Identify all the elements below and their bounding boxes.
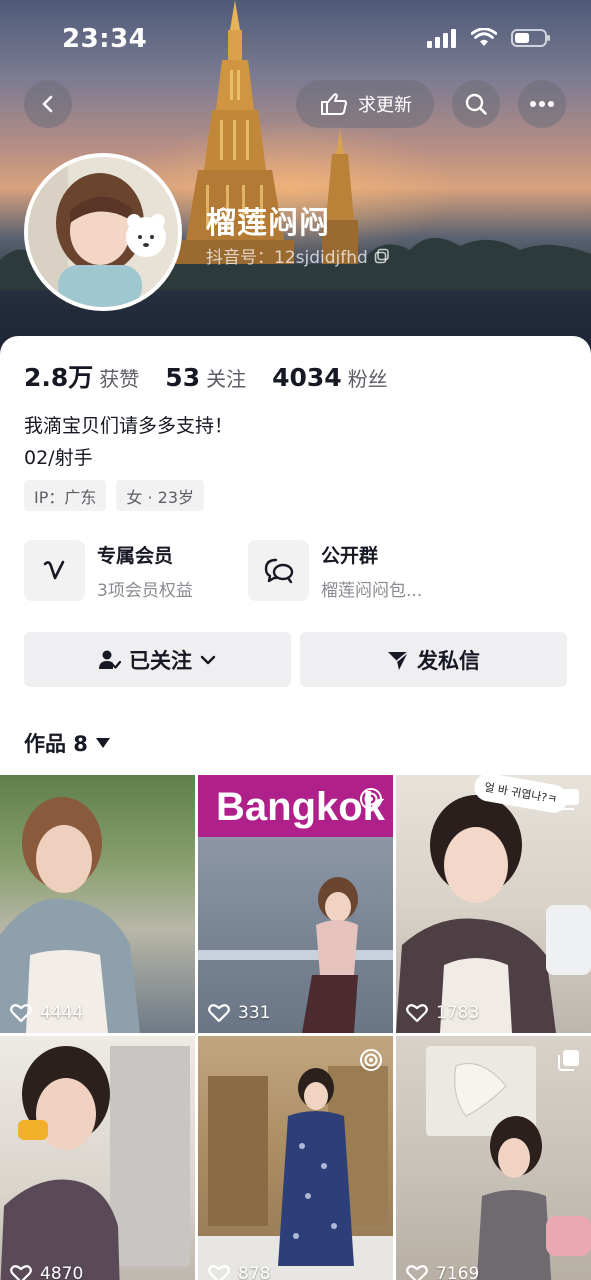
bio-line: 02/射手 [24,447,93,469]
search-icon [465,93,487,115]
like-count: 4870 [10,1264,83,1280]
douyin-id[interactable]: 抖音号：12sjdidjfhd [206,243,390,268]
caret-down-icon [95,738,110,748]
stat-value: 4034 [272,363,342,392]
request-update-button[interactable]: 求更新 [296,80,434,128]
user-check-icon [99,650,121,669]
works-tab[interactable]: 作品 8 [24,728,110,758]
video-thumbnail[interactable]: 4870 [0,1036,195,1280]
avatar-photo [28,157,178,307]
like-count-text: 7169 [436,1264,480,1280]
like-count: 878 [208,1264,270,1280]
works-grid: 4444 Bangkok 331 얼 바 귀엽나?ㅋ 1783 4870 878… [0,775,591,1280]
back-button[interactable] [24,80,72,128]
like-count-text: 878 [238,1264,271,1280]
group-chat-icon [248,540,309,601]
sticker-text: 얼 바 귀엽나?ㅋ [483,780,559,807]
stat-label: 粉丝 [347,367,388,391]
avatar[interactable] [24,153,182,311]
live-icon [359,787,383,815]
vip-v-icon [24,540,85,601]
followed-button[interactable]: 已关注 [24,632,291,687]
photo-carousel-thumbnail[interactable]: 7169 [396,1036,591,1280]
more-button[interactable] [518,80,566,128]
feature-title: 公开群 [321,544,379,567]
feature-title: 专属会员 [97,544,174,567]
multi-image-icon [557,1048,581,1076]
battery-icon [511,29,550,47]
copy-icon [374,248,389,263]
heart-outline-icon [10,1004,32,1023]
douyin-id-text: 抖音号：12sjdidjfhd [206,248,368,268]
like-count-text: 1783 [436,1003,480,1023]
send-message-label: 发私信 [417,648,480,673]
stats-row: 2.8万 获赞 53 关注 4034 粉丝 [24,358,414,394]
status-time: 23:34 [62,24,148,54]
stat-likes: 2.8万 获赞 [24,358,139,394]
stat-value: 2.8万 [24,363,94,392]
multi-image-icon [557,787,581,815]
followed-label: 已关注 [129,648,192,673]
bio: 我滴宝贝们请多多支持！ 02/射手 [24,410,233,474]
like-count: 331 [208,1003,270,1023]
bio-line: 我滴宝贝们请多多支持！ [24,415,234,437]
photo-carousel-thumbnail[interactable]: 얼 바 귀엽나?ㅋ 1783 [396,775,591,1033]
works-label: 作品 8 [24,732,88,756]
like-count-text: 4870 [40,1264,84,1280]
heart-outline-icon [406,1004,428,1023]
send-message-button[interactable]: 发私信 [300,632,567,687]
video-thumbnail[interactable]: Bangkok 331 [198,775,393,1033]
heart-outline-icon [406,1265,428,1280]
pointing-hand-icon [321,93,347,115]
wifi-icon [471,28,497,46]
like-count-text: 331 [238,1003,271,1023]
chevron-down-icon [200,655,216,664]
request-update-label: 求更新 [358,95,412,116]
stat-value: 53 [165,363,201,392]
tag-row: IP：广东 女 · 23岁 [24,480,204,511]
heart-outline-icon [208,1265,230,1280]
paper-plane-icon [388,650,409,670]
live-icon [359,1048,383,1076]
gender-age-tag: 女 · 23岁 [116,480,204,511]
like-count: 4444 [10,1003,83,1023]
like-count: 1783 [406,1003,479,1023]
stat-followers[interactable]: 4034 粉丝 [272,363,388,392]
public-group-entry[interactable]: 公开群 榴莲闷闷包... [248,540,422,601]
video-thumbnail[interactable]: 4444 [0,775,195,1033]
nickname: 榴莲闷闷 [206,206,330,241]
feature-subtitle: 榴莲闷闷包... [321,580,423,601]
stat-following[interactable]: 53 关注 [165,363,246,392]
more-dots-icon [530,101,554,107]
status-bar: 23:34 [0,0,591,80]
like-count: 7169 [406,1264,479,1280]
heart-outline-icon [10,1265,32,1280]
heart-outline-icon [208,1004,230,1023]
chevron-left-icon [42,95,53,113]
search-button[interactable] [452,80,500,128]
stat-label: 关注 [206,367,247,391]
ip-location-tag: IP：广东 [24,480,107,511]
status-icons [427,28,551,48]
like-count-text: 4444 [40,1003,84,1023]
video-thumbnail[interactable]: 878 [198,1036,393,1280]
feature-subtitle: 3项会员权益 [97,580,193,601]
cellular-signal-icon [427,29,456,48]
stat-label: 获赞 [99,367,140,391]
vip-membership-entry[interactable]: 专属会员 3项会员权益 [24,540,193,601]
